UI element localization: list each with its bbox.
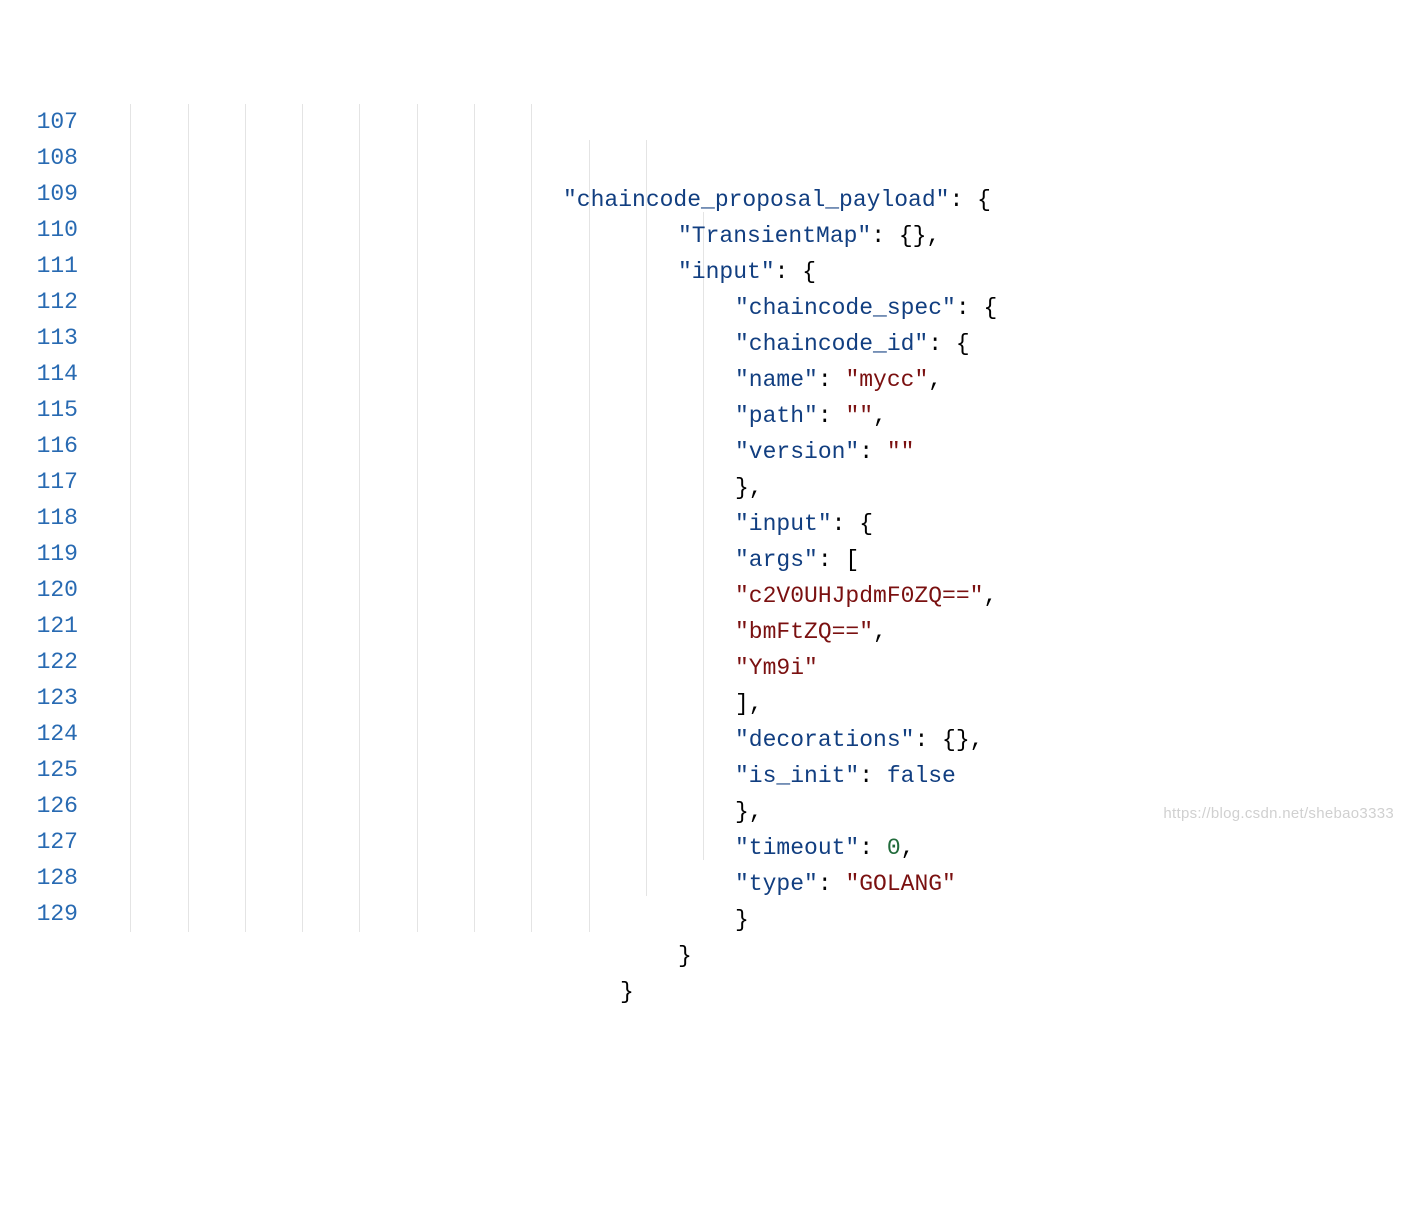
code-line: }, — [86, 470, 1408, 506]
token-str: "mycc" — [845, 367, 928, 393]
token-punc: : [ — [818, 547, 859, 573]
code-line: } — [86, 938, 1408, 974]
watermark-text: https://blog.csdn.net/shebao3333 — [1163, 805, 1394, 822]
token-punc: : {}, — [914, 727, 983, 753]
token-punc: : { — [949, 187, 990, 213]
token-punc: , — [983, 583, 997, 609]
line-number: 119 — [0, 536, 78, 572]
code-line: "version": "" — [86, 434, 1408, 470]
token-key: "decorations" — [735, 727, 914, 753]
token-key: "TransientMap" — [678, 223, 871, 249]
token-key: "input" — [735, 511, 832, 537]
token-str: "bmFtZQ==" — [735, 619, 873, 645]
token-key: "is_init" — [735, 763, 859, 789]
token-key: "version" — [735, 439, 859, 465]
line-number: 114 — [0, 356, 78, 392]
code-line: "name": "mycc", — [86, 362, 1408, 398]
token-punc: }, — [735, 799, 763, 825]
code-line: "args": [ — [86, 542, 1408, 578]
token-punc: ], — [735, 691, 763, 717]
token-punc: } — [735, 907, 749, 933]
token-key: "path" — [735, 403, 818, 429]
token-punc: }, — [735, 475, 763, 501]
code-line: "type": "GOLANG" — [86, 866, 1408, 902]
line-number: 125 — [0, 752, 78, 788]
code-area: "chaincode_proposal_payload": {"Transien… — [86, 104, 1408, 1062]
token-punc: , — [873, 619, 887, 645]
line-number: 112 — [0, 284, 78, 320]
line-number: 129 — [0, 896, 78, 932]
code-line: } — [86, 902, 1408, 938]
token-punc: : { — [956, 295, 997, 321]
code-line: } — [86, 974, 1408, 1010]
line-number: 122 — [0, 644, 78, 680]
token-punc: : { — [775, 259, 816, 285]
code-line: "decorations": {}, — [86, 722, 1408, 758]
token-key: "chaincode_id" — [735, 331, 928, 357]
line-number-gutter: 1071081091101111121131141151161171181191… — [0, 104, 86, 1062]
line-number: 116 — [0, 428, 78, 464]
token-key: "input" — [678, 259, 775, 285]
token-punc: : — [859, 835, 887, 861]
token-str: "c2V0UHJpdmF0ZQ==" — [735, 583, 983, 609]
token-key: "chaincode_proposal_payload" — [563, 187, 949, 213]
code-line: "timeout": 0, — [86, 830, 1408, 866]
line-number: 111 — [0, 248, 78, 284]
code-line: "Ym9i" — [86, 650, 1408, 686]
code-line: "path": "", — [86, 398, 1408, 434]
code-line: "is_init": false — [86, 758, 1408, 794]
line-number: 107 — [0, 104, 78, 140]
line-number: 115 — [0, 392, 78, 428]
line-number: 124 — [0, 716, 78, 752]
token-punc: : { — [832, 511, 873, 537]
token-str: "" — [845, 403, 873, 429]
code-line: "chaincode_proposal_payload": { — [86, 182, 1408, 218]
line-number: 120 — [0, 572, 78, 608]
token-key: "chaincode_spec" — [735, 295, 956, 321]
code-line: "chaincode_id": { — [86, 326, 1408, 362]
code-line: ], — [86, 686, 1408, 722]
token-punc: : — [818, 871, 846, 897]
token-punc: : — [818, 403, 846, 429]
line-number: 109 — [0, 176, 78, 212]
token-str: "GOLANG" — [845, 871, 955, 897]
token-punc: } — [678, 943, 692, 969]
code-lines: "chaincode_proposal_payload": {"Transien… — [86, 182, 1408, 1010]
token-str: "" — [887, 439, 915, 465]
token-str: "Ym9i" — [735, 655, 818, 681]
line-number: 118 — [0, 500, 78, 536]
line-number: 123 — [0, 680, 78, 716]
token-punc: : — [859, 763, 887, 789]
token-key: "timeout" — [735, 835, 859, 861]
token-key: "type" — [735, 871, 818, 897]
line-number: 128 — [0, 860, 78, 896]
token-bool: false — [887, 763, 956, 789]
code-line: "chaincode_spec": { — [86, 290, 1408, 326]
line-number: 117 — [0, 464, 78, 500]
line-number: 121 — [0, 608, 78, 644]
token-punc: , — [873, 403, 887, 429]
code-line: "TransientMap": {}, — [86, 218, 1408, 254]
line-number: 113 — [0, 320, 78, 356]
code-editor: 1071081091101111121131141151161171181191… — [0, 104, 1408, 1062]
token-punc: : — [818, 367, 846, 393]
token-punc: , — [901, 835, 915, 861]
code-line: "c2V0UHJpdmF0ZQ==", — [86, 578, 1408, 614]
token-punc: : {}, — [871, 223, 940, 249]
token-key: "args" — [735, 547, 818, 573]
token-key: "name" — [735, 367, 818, 393]
code-line: "bmFtZQ==", — [86, 614, 1408, 650]
line-number: 110 — [0, 212, 78, 248]
token-punc: : { — [928, 331, 969, 357]
token-punc: , — [928, 367, 942, 393]
token-punc: : — [859, 439, 887, 465]
line-number: 126 — [0, 788, 78, 824]
token-punc: } — [620, 979, 634, 1005]
code-line: "input": { — [86, 254, 1408, 290]
line-number: 127 — [0, 824, 78, 860]
line-number: 108 — [0, 140, 78, 176]
token-num: 0 — [887, 835, 901, 861]
code-line: "input": { — [86, 506, 1408, 542]
